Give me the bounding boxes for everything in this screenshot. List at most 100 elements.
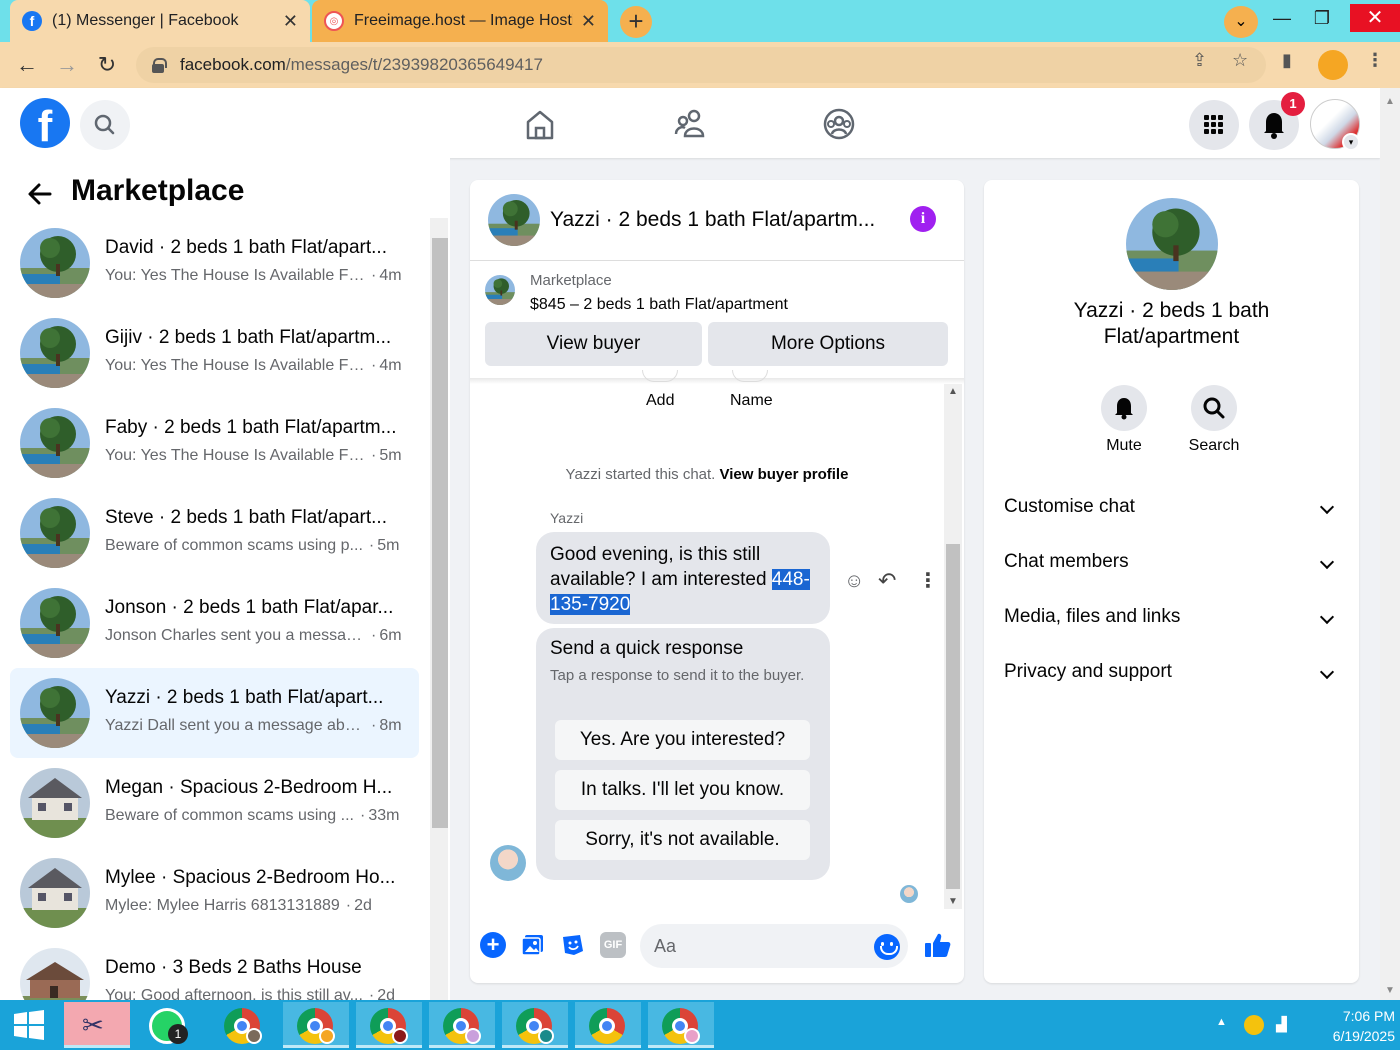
separator-dot: · <box>368 537 375 554</box>
conversation-item[interactable]: Yazzi · 2 beds 1 bath Flat/apart... Yazzi… <box>10 668 419 758</box>
window-close-button[interactable]: ✕ <box>1350 4 1400 32</box>
row-label: Media, files and links <box>1004 606 1181 627</box>
network-icon[interactable]: ▟ <box>1276 1016 1287 1033</box>
forward-button[interactable]: → <box>52 50 82 80</box>
side-panel-icon[interactable]: ▮ <box>1282 50 1292 71</box>
conversation-time: 6m <box>379 627 402 644</box>
taskbar-snipping-tool[interactable]: ✂ <box>64 1002 130 1048</box>
close-tab-icon[interactable]: ✕ <box>581 11 596 32</box>
more-options-button[interactable]: More Options <box>708 322 948 366</box>
bookmark-star-icon[interactable]: ☆ <box>1232 50 1248 71</box>
chat-members-row[interactable]: Chat members <box>1004 551 1342 591</box>
gif-icon[interactable]: GIF <box>600 932 626 958</box>
conversation-item[interactable]: Jonson · 2 beds 1 bath Flat/apar... Jonso… <box>10 578 419 668</box>
chat-name: Yazzi · 2 beds 1 bath Flat/apartment <box>1073 299 1270 348</box>
listing-title[interactable]: $845 – 2 beds 1 bath Flat/apartment <box>530 296 788 314</box>
facebook-logo[interactable]: f <box>20 98 70 148</box>
restore-button[interactable]: ❐ <box>1302 4 1342 32</box>
conversation-item[interactable]: Gijiv · 2 beds 1 bath Flat/apartm... You:… <box>10 308 419 398</box>
name-label: Name <box>730 392 773 409</box>
conversation-snippet: You: Yes The House Is Available Fo... · 4m <box>105 267 402 285</box>
message-bubble[interactable]: Good evening, is this still available? I… <box>536 532 830 624</box>
search-button[interactable] <box>80 100 130 150</box>
conversation-title[interactable]: Yazzi · 2 beds 1 bath Flat/apartm... <box>550 208 875 232</box>
conversation-item[interactable]: Demo · 3 Beds 2 Baths House You: Good aft… <box>10 938 419 1000</box>
quick-reply-in-talks[interactable]: In talks. I'll let you know. <box>555 770 810 810</box>
menu-button[interactable] <box>1189 100 1239 150</box>
sender-avatar[interactable] <box>490 845 526 881</box>
plus-icon[interactable]: + <box>480 932 506 958</box>
listing-avatar <box>20 408 90 478</box>
minimize-button[interactable]: — <box>1262 4 1302 32</box>
mute-button[interactable]: Mute <box>1084 385 1164 455</box>
home-icon[interactable] <box>520 104 560 144</box>
listing-thumbnail[interactable] <box>485 275 515 305</box>
react-emoji-icon[interactable]: ☺ <box>844 570 864 593</box>
tab-freeimage[interactable]: ◎ Freeimage.host — Image Hosting ✕ <box>312 0 608 42</box>
friends-icon[interactable] <box>670 104 710 144</box>
new-tab-button[interactable]: + <box>620 6 652 38</box>
conversation-item[interactable]: Steve · 2 beds 1 bath Flat/apart... Bewar… <box>10 488 419 578</box>
freeimage-icon: ◎ <box>324 11 344 31</box>
clock-time: 7:06 PM <box>1342 1008 1395 1024</box>
search-in-chat-button[interactable]: Search <box>1174 385 1254 455</box>
conversation-avatar[interactable] <box>488 194 540 246</box>
taskbar-chrome-2[interactable] <box>283 1002 349 1048</box>
back-arrow-icon[interactable] <box>26 180 54 208</box>
chevron-down-icon[interactable]: ▾ <box>1342 133 1360 151</box>
reply-icon[interactable]: ↶ <box>878 568 896 594</box>
search-icon[interactable] <box>1191 385 1237 431</box>
scrollbar-thumb[interactable] <box>432 238 448 828</box>
windows-start-icon[interactable] <box>0 1000 58 1050</box>
reload-button[interactable]: ↻ <box>92 50 122 80</box>
snippet-text: Beware of common scams using ... <box>105 807 354 824</box>
scrollbar-thumb[interactable] <box>946 544 960 889</box>
conversation-item[interactable]: David · 2 beds 1 bath Flat/apart... You: … <box>10 218 419 308</box>
lock-icon[interactable] <box>152 58 167 73</box>
thumbs-up-icon[interactable] <box>922 930 952 960</box>
conversation-snippet: You: Good afternoon, is this still av...… <box>105 987 395 1000</box>
info-icon[interactable]: i <box>910 206 936 232</box>
taskbar-chrome-7[interactable] <box>648 1002 714 1048</box>
chat-avatar[interactable] <box>1126 198 1218 290</box>
page-scrollbar[interactable]: ▲ ▼ <box>1380 88 1400 1000</box>
customise-chat-row[interactable]: Customise chat <box>1004 496 1342 536</box>
conversation-item[interactable]: Mylee · Spacious 2-Bedroom Ho... Mylee: M… <box>10 848 419 938</box>
taskbar-chrome-5[interactable] <box>502 1002 568 1048</box>
taskbar-chrome-6[interactable] <box>575 1002 641 1048</box>
messages-scrollbar[interactable]: ▲ ▼ <box>944 384 962 909</box>
tab-messenger[interactable]: f (1) Messenger | Facebook ✕ <box>10 0 310 42</box>
emoji-icon[interactable] <box>874 934 900 960</box>
quick-reply-not-available[interactable]: Sorry, it's not available. <box>555 820 810 860</box>
taskbar-clock[interactable]: 7:06 PM 6/19/2025 <box>1300 1006 1395 1046</box>
view-buyer-profile-link[interactable]: View buyer profile <box>720 466 849 483</box>
tray-app-icon[interactable] <box>1244 1015 1264 1035</box>
taskbar-chrome-4[interactable] <box>429 1002 495 1048</box>
menu-dots-icon[interactable]: ⋮ <box>1366 50 1384 71</box>
list-scrollbar[interactable] <box>430 218 448 1000</box>
search-icon <box>94 114 115 135</box>
bell-icon[interactable] <box>1101 385 1147 431</box>
conversation-time: 2d <box>377 987 396 1000</box>
address-bar[interactable]: facebook.com/messages/t/2393982036564941… <box>136 47 1266 83</box>
groups-icon[interactable] <box>819 104 859 144</box>
profile-icon[interactable] <box>1318 50 1348 80</box>
tab-search-button[interactable]: ⌄ <box>1224 6 1258 38</box>
media-files-links-row[interactable]: Media, files and links <box>1004 606 1342 646</box>
message-input[interactable] <box>640 924 908 968</box>
close-tab-icon[interactable]: ✕ <box>283 11 298 32</box>
quick-reply-yes[interactable]: Yes. Are you interested? <box>555 720 810 760</box>
conversation-item[interactable]: Megan · Spacious 2-Bedroom H... Beware of… <box>10 758 419 848</box>
view-buyer-button[interactable]: View buyer <box>485 322 702 366</box>
privacy-support-row[interactable]: Privacy and support <box>1004 661 1342 701</box>
chevron-down-icon <box>1319 554 1335 570</box>
share-icon[interactable]: ⇪ <box>1192 50 1207 71</box>
more-dots-icon[interactable]: ⋮ <box>918 568 938 593</box>
taskbar-chrome-3[interactable] <box>356 1002 422 1048</box>
taskbar-chrome-1[interactable] <box>210 1002 276 1048</box>
back-button[interactable]: ← <box>12 50 42 80</box>
conversation-item[interactable]: Faby · 2 beds 1 bath Flat/apartm... You: … <box>10 398 419 488</box>
sticker-icon[interactable] <box>560 932 586 958</box>
photo-icon[interactable] <box>520 932 546 958</box>
tray-overflow-icon[interactable]: ▲ <box>1216 1016 1227 1028</box>
